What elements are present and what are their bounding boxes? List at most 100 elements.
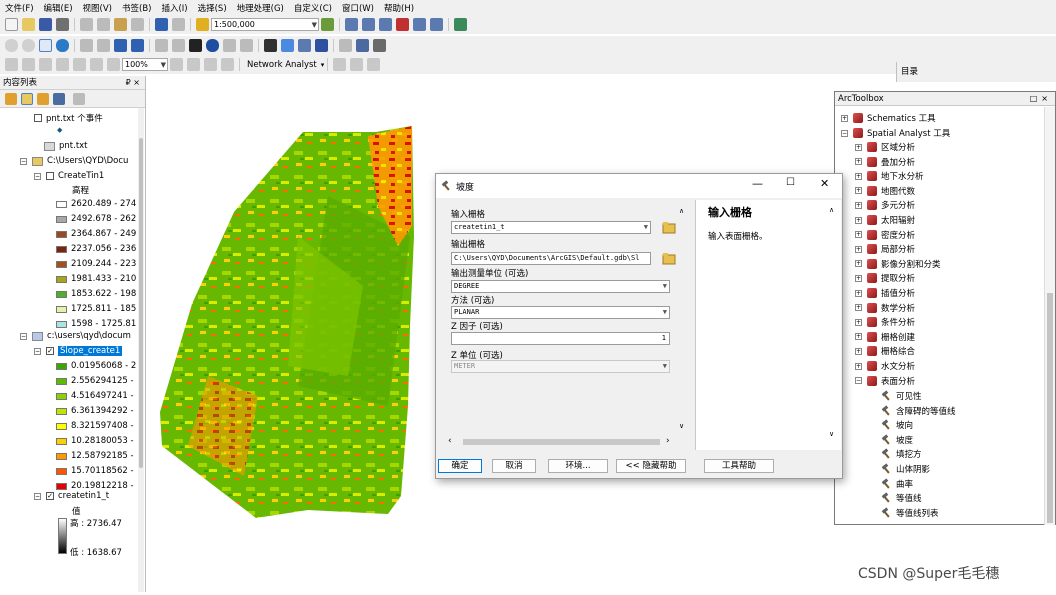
arctoolbox-scrollbar[interactable] [1044,107,1055,525]
expand-collapse-icon[interactable]: + [855,260,862,268]
toc-pin-close[interactable]: ₽ × [126,76,140,90]
toc-folder-2[interactable]: − c:\users\qyd\docum [20,331,131,341]
select-elements-icon[interactable] [189,39,202,52]
layout-pan-icon[interactable] [39,58,52,71]
find-route-icon[interactable] [281,39,294,52]
menu-item[interactable]: 选择(S) [193,2,232,14]
data-driven-pages-icon[interactable] [221,58,234,71]
fixed-zoom-out-icon[interactable] [97,39,110,52]
redo-icon[interactable] [172,18,185,31]
toc-layer-slope[interactable]: − ✓ Slope_create1 [34,346,123,356]
help-scroll-down-icon[interactable]: ∨ [829,430,834,438]
expand-collapse-icon[interactable]: − [855,377,862,385]
list-by-source-icon[interactable] [21,92,33,105]
layer-name-selected[interactable]: Slope_create1 [58,346,123,356]
tools-icon[interactable] [454,18,467,31]
method-combo[interactable]: PLANAR ▼ [451,306,670,319]
zoom-100-icon[interactable] [73,58,86,71]
z-factor-field[interactable]: 1 [451,332,670,345]
scroll-down-icon[interactable]: ∨ [679,422,684,430]
toc-layer-createtin[interactable]: − CreateTin1 [34,171,104,181]
modelbuilder-icon[interactable] [430,18,443,31]
expand-collapse-icon[interactable]: + [855,318,862,326]
toc-legend-class[interactable]: 20.19812218 - [56,481,134,491]
network-tool-icon[interactable] [333,58,347,71]
toolset-item[interactable]: + 数学分析 [855,302,915,314]
toolbox-schematics[interactable]: + Schematics 工具 [841,112,936,124]
goto-xy-icon[interactable] [298,39,311,52]
z-unit-combo[interactable]: METER ▼ [451,360,670,373]
toolset-item[interactable]: + 栅格创建 [855,331,915,343]
back-icon[interactable] [114,39,127,52]
arctoolbox-icon[interactable] [396,18,409,31]
tool-item[interactable]: 含障碍的等值线 [881,405,956,417]
menu-item[interactable]: 书签(B) [117,2,156,14]
layer-visibility-checkbox[interactable]: ✓ [46,347,54,355]
search-window-icon[interactable] [379,18,392,31]
layout-zoom-out-icon[interactable] [22,58,35,71]
time-slider-icon[interactable] [339,39,352,52]
zoom-out-icon[interactable] [22,39,35,52]
expand-collapse-icon[interactable]: − [34,172,41,180]
toc-legend-class[interactable]: 4.516497241 - [56,391,134,401]
network-solve-icon[interactable] [350,58,364,71]
toolset-item[interactable]: + 密度分析 [855,229,915,241]
layout-zoom-in-icon[interactable] [5,58,18,71]
catalog-window-icon[interactable] [362,18,375,31]
toc-legend-class[interactable]: 2364.867 - 249 [56,229,136,239]
toc-legend-class[interactable]: 12.58792185 - [56,451,134,461]
layout-zoom-combo[interactable]: 100% ▼ [122,58,168,71]
change-layout-icon[interactable] [204,58,217,71]
fixed-zoom-in-icon[interactable] [80,39,93,52]
toolset-item[interactable]: + 条件分析 [855,316,915,328]
select-features-icon[interactable] [155,39,168,52]
expand-collapse-icon[interactable]: + [841,114,848,122]
list-by-drawing-order-icon[interactable] [5,92,17,105]
network-directions-icon[interactable] [367,58,381,71]
toolset-item[interactable]: + 多元分析 [855,199,915,211]
tool-item[interactable]: 可见性 [881,390,922,402]
toolset-item[interactable]: − 表面分析 [855,375,915,387]
toc-folder-1[interactable]: − C:\Users\QYD\Docu [20,156,128,166]
minimize-icon[interactable]: — [752,177,763,190]
expand-collapse-icon[interactable]: + [855,274,862,282]
toolset-item[interactable]: + 局部分析 [855,243,915,255]
layer-visibility-checkbox[interactable]: ✓ [46,492,54,500]
menu-item[interactable]: 插入(I) [156,2,192,14]
toc-point-symbol[interactable]: ◆ [57,126,62,134]
scroll-right-icon[interactable]: › [666,436,670,446]
cancel-button[interactable]: 取消 [492,459,536,473]
layout-back-icon[interactable] [90,58,103,71]
tool-item[interactable]: 曲率 [881,478,913,490]
menu-item[interactable]: 地理处理(G) [232,2,289,14]
expand-collapse-icon[interactable]: + [855,304,862,312]
paste-icon[interactable] [114,18,127,31]
browse-folder-icon[interactable] [662,252,676,265]
expand-collapse-icon[interactable]: − [34,347,41,355]
menu-item[interactable]: 窗口(W) [337,2,379,14]
hyperlink-icon[interactable] [223,39,236,52]
focus-data-frame-icon[interactable] [187,58,200,71]
toolset-item[interactable]: + 地图代数 [855,185,915,197]
toc-elevation-heading[interactable]: 高程 [72,184,89,196]
toolset-item[interactable]: + 叠加分析 [855,156,915,168]
network-analyst-menu[interactable]: Network Analyst [247,60,317,70]
browse-folder-icon[interactable] [662,221,676,234]
copy-icon[interactable] [97,18,110,31]
undo-icon[interactable] [155,18,168,31]
toolset-item[interactable]: + 地下水分析 [855,170,924,182]
expand-collapse-icon[interactable]: + [855,289,862,297]
toc-legend-class[interactable]: 2492.678 - 262 [56,214,136,224]
measure-icon[interactable] [315,39,328,52]
toc-table-pnt[interactable]: pnt.txt [44,141,88,151]
full-extent-icon[interactable] [56,39,69,52]
toc-legend-class[interactable]: 6.361394292 - [56,406,134,416]
toc-low-value[interactable]: 低 : 1638.67 [70,546,122,558]
input-raster-combo[interactable]: createtin1_t ▼ [451,221,651,234]
close-icon[interactable]: ✕ [820,177,829,190]
menu-item[interactable]: 编辑(E) [39,2,78,14]
list-by-selection-icon[interactable] [53,92,65,105]
toolset-item[interactable]: + 影像分割和分类 [855,258,941,270]
expand-collapse-icon[interactable]: + [855,143,862,151]
viewer-window-icon[interactable] [356,39,369,52]
